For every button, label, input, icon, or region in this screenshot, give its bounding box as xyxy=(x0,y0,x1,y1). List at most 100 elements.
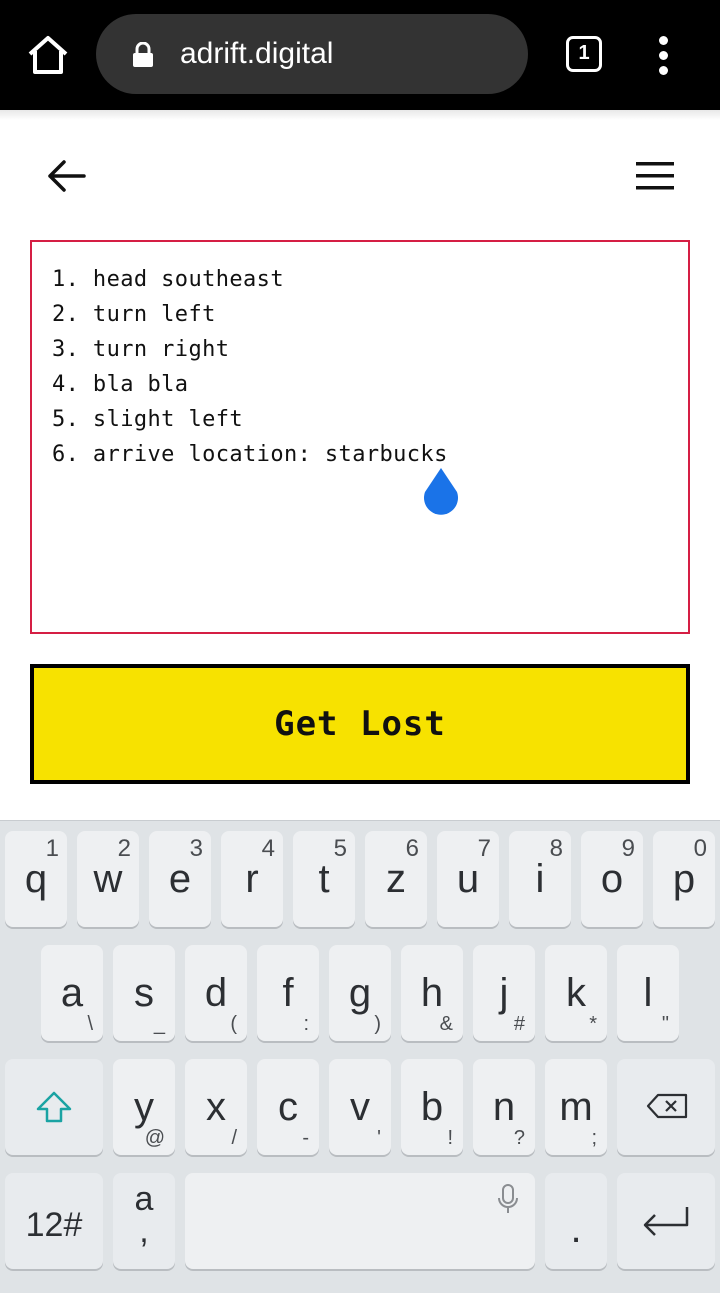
key-sub-label: & xyxy=(439,1013,453,1035)
lock-icon xyxy=(132,41,154,68)
key-label: o xyxy=(600,857,624,901)
key-sub-label: ' xyxy=(377,1127,381,1149)
key-sub-label: : xyxy=(303,1013,309,1035)
key-sub-label: ( xyxy=(230,1013,237,1035)
key-sub-label: ; xyxy=(591,1127,597,1149)
key-t[interactable]: 5t xyxy=(293,831,355,927)
key-a[interactable]: a \ xyxy=(41,945,103,1041)
key-y[interactable]: y @ xyxy=(113,1059,175,1155)
direction-step: 4. bla bla xyxy=(52,372,189,397)
key-label: d xyxy=(204,971,228,1015)
key-sub-label: " xyxy=(661,1013,669,1035)
key-label: r xyxy=(245,857,259,901)
key-sub-label: ! xyxy=(447,1127,453,1149)
key-r[interactable]: 4r xyxy=(221,831,283,927)
hamburger-icon[interactable] xyxy=(634,160,676,192)
key-v[interactable]: v ' xyxy=(329,1059,391,1155)
key-label: m xyxy=(559,1085,593,1129)
url-text: adrift.digital xyxy=(180,37,334,70)
key-w[interactable]: 2w xyxy=(77,831,139,927)
key-k[interactable]: k * xyxy=(545,945,607,1041)
key-sub-label: / xyxy=(231,1127,237,1149)
enter-key[interactable] xyxy=(617,1173,715,1269)
key-l[interactable]: l " xyxy=(617,945,679,1041)
key-label: v xyxy=(350,1085,370,1129)
space-key[interactable] xyxy=(185,1173,535,1269)
key-label: a xyxy=(60,971,84,1015)
key-label: h xyxy=(420,971,444,1015)
get-lost-button[interactable]: Get Lost xyxy=(30,664,690,784)
key-sub-label: # xyxy=(513,1013,525,1035)
key-label: s xyxy=(134,971,154,1015)
key-label: p xyxy=(672,857,696,901)
key-label: i xyxy=(535,857,545,901)
key-sub-label: @ xyxy=(144,1127,165,1149)
arrow-left-icon[interactable] xyxy=(44,154,88,198)
direction-step: 2. turn left xyxy=(52,302,216,327)
key-sub-label: \ xyxy=(87,1013,93,1035)
key-n[interactable]: n? xyxy=(473,1059,535,1155)
key-label: x xyxy=(206,1085,226,1129)
key-label: g xyxy=(348,971,372,1015)
key-sub-label: - xyxy=(302,1127,309,1149)
backspace-key[interactable] xyxy=(617,1059,715,1155)
key-o[interactable]: 9o xyxy=(581,831,643,927)
key-p[interactable]: 0p xyxy=(653,831,715,927)
key-h[interactable]: h & xyxy=(401,945,463,1041)
key-d[interactable]: d( xyxy=(185,945,247,1041)
direction-step: 5. slight left xyxy=(52,407,244,432)
direction-step: 6. arrive location: starbucks xyxy=(52,442,448,467)
directions-textarea[interactable]: 1. head southeast 2. turn left 3. turn r… xyxy=(30,240,690,634)
key-i[interactable]: 8i xyxy=(509,831,571,927)
key-label: u xyxy=(456,857,480,901)
key-sub-label: ? xyxy=(513,1127,525,1149)
microphone-icon xyxy=(498,1184,518,1213)
key-label: . xyxy=(570,1207,582,1251)
key-c[interactable]: c- xyxy=(257,1059,319,1155)
key-u[interactable]: 7u xyxy=(437,831,499,927)
key-label: q xyxy=(24,857,48,901)
home-icon[interactable] xyxy=(26,34,70,76)
key-label: w xyxy=(93,857,123,901)
enter-icon xyxy=(643,1207,689,1236)
key-sub-label: , xyxy=(139,1212,149,1250)
key-sub-label: _ xyxy=(153,1013,165,1035)
browser-toolbar: adrift.digital 1 xyxy=(0,0,720,110)
address-bar[interactable]: adrift.digital xyxy=(96,14,528,94)
key-sub-label: ) xyxy=(374,1013,381,1035)
key-label: y xyxy=(134,1085,154,1129)
key-q[interactable]: 1q xyxy=(5,831,67,927)
tab-switcher-button[interactable]: 1 xyxy=(566,36,602,72)
overflow-menu-icon[interactable] xyxy=(654,36,674,76)
key-f[interactable]: f: xyxy=(257,945,319,1041)
key-s[interactable]: s _ xyxy=(113,945,175,1041)
key-sub-label: * xyxy=(589,1013,597,1035)
key-g[interactable]: g) xyxy=(329,945,391,1041)
soft-keyboard: 1q 2w 3e 4r 5t 6z 7u 8i 9o 0p a \ s _ d( f… xyxy=(0,820,720,1293)
toolbar-shadow xyxy=(0,110,720,120)
key-e[interactable]: 3e xyxy=(149,831,211,927)
key-label: f xyxy=(282,971,294,1015)
text-cursor-handle[interactable] xyxy=(421,466,461,516)
shift-icon xyxy=(36,1091,72,1123)
key-label: t xyxy=(318,857,330,901)
key-z[interactable]: 6z xyxy=(365,831,427,927)
key-label: c xyxy=(278,1085,298,1129)
key-label: k xyxy=(566,971,586,1015)
directions-list: 1. head southeast 2. turn left 3. turn r… xyxy=(52,262,668,472)
shift-key[interactable] xyxy=(5,1059,103,1155)
key-x[interactable]: x / xyxy=(185,1059,247,1155)
direction-step: 1. head southeast xyxy=(52,267,284,292)
key-label: 12# xyxy=(25,1206,83,1244)
key-label: z xyxy=(386,857,406,901)
numbers-key[interactable]: 12# xyxy=(5,1173,103,1269)
key-label: b xyxy=(420,1085,444,1129)
period-key[interactable]: . xyxy=(545,1173,607,1269)
key-m[interactable]: m; xyxy=(545,1059,607,1155)
direction-step: 3. turn right xyxy=(52,337,230,362)
emoji-comma-key[interactable]: a , xyxy=(113,1173,175,1269)
key-label: n xyxy=(492,1085,516,1129)
key-j[interactable]: j # xyxy=(473,945,535,1041)
key-label: j xyxy=(499,971,509,1015)
key-b[interactable]: b! xyxy=(401,1059,463,1155)
